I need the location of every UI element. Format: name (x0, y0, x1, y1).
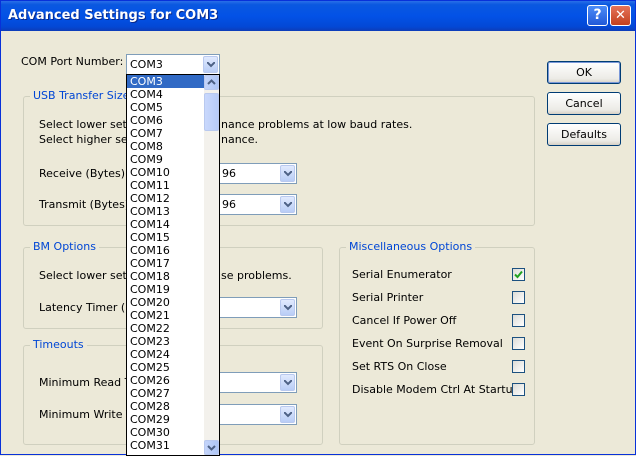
com-port-option[interactable]: COM11 (127, 179, 206, 192)
checkmark-icon (514, 270, 523, 279)
usb-transfer-title: USB Transfer Sizes (30, 89, 139, 102)
com-port-option[interactable]: COM7 (127, 127, 206, 140)
com-port-option[interactable]: COM31 (127, 439, 206, 452)
com-port-option[interactable]: COM20 (127, 296, 206, 309)
usb-transfer-line1: nance problems at low baud rates. (221, 118, 413, 131)
misc-option-label: Serial Enumerator (352, 268, 452, 281)
com-port-option[interactable]: COM29 (127, 413, 206, 426)
chevron-down-icon[interactable] (280, 374, 295, 391)
help-icon: ? (593, 7, 602, 23)
com-port-option[interactable]: COM21 (127, 309, 206, 322)
com-port-option[interactable]: COM26 (127, 374, 206, 387)
misc-option-checkbox[interactable] (512, 383, 525, 396)
com-port-option[interactable]: COM27 (127, 387, 206, 400)
defaults-button[interactable]: Defaults (547, 123, 621, 146)
misc-option-checkbox[interactable] (512, 291, 525, 304)
com-port-option[interactable]: COM18 (127, 270, 206, 283)
com-port-option[interactable]: COM12 (127, 192, 206, 205)
com-port-option[interactable]: COM28 (127, 400, 206, 413)
scroll-down-icon[interactable] (204, 440, 219, 455)
chevron-down-icon[interactable] (280, 299, 295, 316)
com-port-option[interactable]: COM13 (127, 205, 206, 218)
window-title: Advanced Settings for COM3 (8, 8, 219, 23)
ok-button[interactable]: OK (547, 61, 621, 84)
misc-option-label: Disable Modem Ctrl At Startup (352, 383, 520, 396)
usb-transfer-line2: nance. (221, 133, 258, 146)
com-port-option[interactable]: COM17 (127, 257, 206, 270)
bm-options-title: BM Options (30, 240, 99, 253)
com-port-option[interactable]: COM6 (127, 114, 206, 127)
receive-value: 96 (222, 167, 236, 180)
com-port-value: COM3 (130, 58, 163, 71)
misc-option-checkbox[interactable] (512, 314, 525, 327)
scroll-up-icon[interactable] (204, 75, 219, 90)
com-port-option[interactable]: COM10 (127, 166, 206, 179)
misc-option-checkbox[interactable] (512, 268, 525, 281)
misc-option-checkbox[interactable] (512, 360, 525, 373)
com-port-option[interactable]: COM15 (127, 231, 206, 244)
misc-option-label: Serial Printer (352, 291, 424, 304)
com-port-option[interactable]: COM14 (127, 218, 206, 231)
misc-option-checkbox[interactable] (512, 337, 525, 350)
transmit-label: Transmit (Bytes): (39, 198, 133, 211)
chevron-down-icon[interactable] (203, 56, 218, 73)
com-port-option[interactable]: COM24 (127, 348, 206, 361)
chevron-down-icon[interactable] (280, 406, 295, 423)
misc-option-label: Cancel If Power Off (352, 314, 457, 327)
advanced-settings-dialog: Advanced Settings for COM3 ? ✕ COM Port … (0, 0, 636, 456)
com-port-option[interactable]: COM3 (127, 75, 206, 88)
com-port-option[interactable]: COM22 (127, 322, 206, 335)
com-port-dropdown-list[interactable]: COM3 COM4 COM5 COM6 COM7 COM8 COM9 COM10 COM11 CO… (126, 74, 220, 456)
receive-label: Receive (Bytes): (39, 167, 129, 180)
com-port-option[interactable]: COM8 (127, 140, 206, 153)
com-port-option[interactable]: COM9 (127, 153, 206, 166)
close-button[interactable]: ✕ (610, 5, 631, 26)
help-button[interactable]: ? (587, 5, 608, 26)
dialog-body: COM Port Number: COM3 OK Cancel Defaults… (1, 31, 635, 456)
com-port-option[interactable]: COM19 (127, 283, 206, 296)
bm-options-line: se problems. (221, 269, 292, 282)
scrollbar-thumb[interactable] (204, 93, 219, 131)
chevron-down-icon[interactable] (280, 165, 295, 182)
com-port-option[interactable]: COM25 (127, 361, 206, 374)
com-port-option[interactable]: COM30 (127, 426, 206, 439)
misc-option-label: Set RTS On Close (352, 360, 447, 373)
close-icon: ✕ (615, 8, 626, 23)
com-port-label: COM Port Number: (21, 55, 124, 68)
misc-options-title: Miscellaneous Options (346, 240, 476, 253)
timeouts-title: Timeouts (30, 338, 87, 351)
misc-option-label: Event On Surprise Removal (352, 337, 503, 350)
com-port-option[interactable]: COM23 (127, 335, 206, 348)
com-port-select[interactable]: COM3 (126, 54, 220, 75)
com-port-option[interactable]: COM4 (127, 88, 206, 101)
dropdown-scrollbar[interactable] (204, 75, 219, 455)
com-port-options: COM3 COM4 COM5 COM6 COM7 COM8 COM9 COM10 COM11 CO… (127, 75, 206, 452)
com-port-option[interactable]: COM5 (127, 101, 206, 114)
cancel-button[interactable]: Cancel (547, 92, 621, 115)
chevron-down-icon[interactable] (280, 196, 295, 213)
com-port-option[interactable]: COM16 (127, 244, 206, 257)
title-bar[interactable]: Advanced Settings for COM3 ? ✕ (1, 1, 635, 31)
transmit-value: 96 (222, 198, 236, 211)
